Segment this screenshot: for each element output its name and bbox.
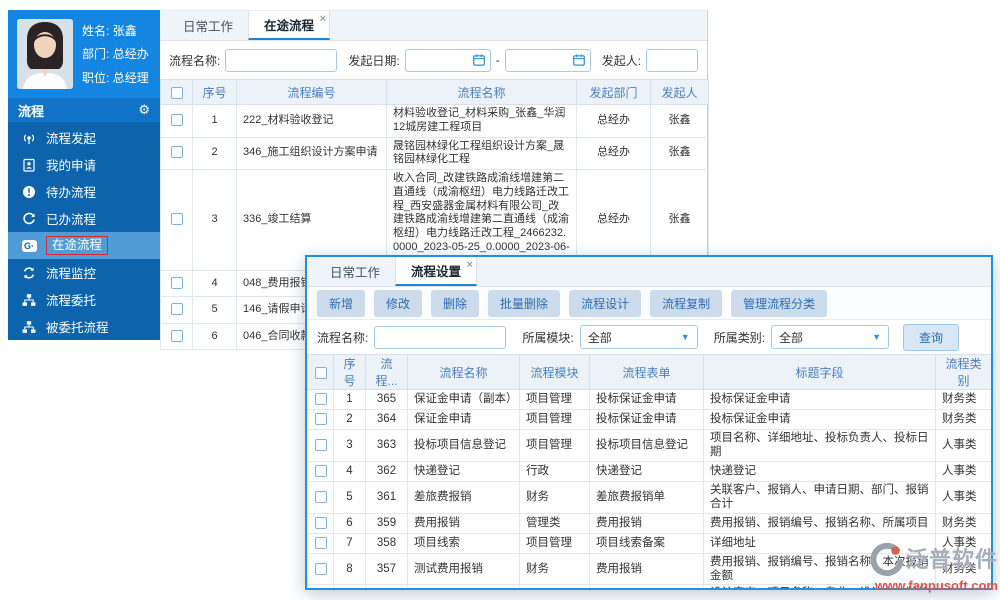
watermark: 泛普软件 www.fanpusoft.com (870, 543, 998, 592)
row-checkbox[interactable] (314, 516, 327, 529)
row-checkbox[interactable] (170, 113, 183, 126)
tab-in-transit[interactable]: 在途流程 × (248, 11, 331, 40)
delete-button[interactable]: 删除 (431, 289, 480, 317)
user-title: 职位: 总经理 (82, 70, 149, 85)
row-checkbox[interactable] (170, 329, 183, 342)
tab-flow-settings[interactable]: 流程设置 × (395, 257, 478, 286)
user-profile: 姓名: 张鑫 部门: 总经办 职位: 总经理 (8, 10, 160, 98)
add-button[interactable]: 新增 (317, 289, 366, 317)
sidebar-item-monitor[interactable]: 流程监控 (8, 259, 160, 286)
chevron-down-icon: ▼ (872, 332, 882, 342)
sidebar-item-in-transit[interactable]: G· 在途流程 (8, 232, 160, 259)
edit-button[interactable]: 修改 (374, 289, 423, 317)
sync-icon (21, 265, 37, 281)
redo-icon (21, 211, 37, 227)
settings-filter-bar: 流程名称: 所属模块: 全部 ▼ 所属类别: 全部 ▼ 查询 (307, 320, 991, 354)
close-icon[interactable]: × (467, 260, 473, 271)
watermark-url: www.fanpusoft.com (874, 578, 998, 593)
row-checkbox[interactable] (170, 276, 183, 289)
module-select[interactable]: 全部 ▼ (579, 325, 698, 349)
sidebar: 姓名: 张鑫 部门: 总经办 职位: 总经理 流程 ⚙ 流程发起 我的申请 待办… (8, 10, 160, 340)
sitemap-icon (21, 292, 37, 308)
avatar (17, 19, 73, 89)
settings-toolbar: 新增 修改 删除 批量删除 流程设计 流程复制 管理流程分类 (307, 287, 991, 320)
sidebar-item-done[interactable]: 已办流程 (8, 205, 160, 232)
selected-item-highlight: 在途流程 (46, 236, 109, 255)
date-to-input[interactable] (504, 48, 591, 72)
sidebar-item-delegate[interactable]: 流程委托 (8, 286, 160, 313)
sidebar-item-pending[interactable]: 待办流程 (8, 178, 160, 205)
initiator-input[interactable] (646, 48, 698, 72)
flow-design-button[interactable]: 流程设计 (569, 289, 642, 317)
flow-name-input[interactable] (225, 48, 338, 72)
date-from-input[interactable] (404, 48, 491, 72)
sidebar-item-my-applications[interactable]: 我的申请 (8, 151, 160, 178)
row-checkbox[interactable] (314, 439, 327, 452)
category-select[interactable]: 全部 ▼ (771, 325, 890, 349)
initiator-label: 发起人: (601, 53, 642, 68)
start-date-label: 发起日期: (348, 53, 400, 68)
table-row[interactable]: 5 361 差旅费报销 财务 差旅费报销单 关联客户、报销人、申请日期、部门、报… (307, 480, 991, 514)
flow-name-label: 流程名称: (169, 53, 221, 68)
fanpu-logo-icon (870, 543, 904, 576)
tab-daily-work[interactable]: 日常工作 (315, 257, 395, 286)
sidebar-item-delegated-to-me[interactable]: 被委托流程 (8, 313, 160, 340)
close-icon[interactable]: × (320, 14, 326, 25)
table-row[interactable]: 2 364 保证金申请 项目管理 投标保证金申请 投标保证金申请 财务类 (307, 409, 991, 430)
date-separator: - (495, 53, 500, 67)
settings-tabbar: 日常工作 流程设置 × (307, 257, 991, 287)
main-tabbar: 日常工作 在途流程 × (160, 11, 707, 41)
sidebar-item-process-start[interactable]: 流程发起 (8, 124, 160, 151)
calendar-icon (472, 54, 485, 66)
table-header-row: 序号 流程编号 流程名称 发起部门 发起人 (160, 79, 709, 105)
sidebar-header: 流程 ⚙ (8, 98, 160, 122)
main-filter-bar: 流程名称: 发起日期: - 发起人: (160, 41, 707, 79)
flow-copy-button[interactable]: 流程复制 (650, 289, 723, 317)
row-checkbox[interactable] (314, 490, 327, 503)
sitemap-icon (21, 319, 37, 335)
gear-icon[interactable]: ⚙ (138, 102, 150, 118)
row-checkbox[interactable] (170, 303, 183, 316)
select-all-checkbox[interactable] (170, 86, 183, 99)
calendar-icon (572, 54, 585, 66)
chevron-down-icon: ▼ (680, 332, 690, 342)
row-checkbox[interactable] (314, 562, 327, 575)
module-label: 所属模块: (522, 330, 574, 345)
flow-settings-window: 日常工作 流程设置 × 新增 修改 删除 批量删除 流程设计 流程复制 管理流程… (305, 255, 993, 590)
alert-icon (21, 184, 37, 200)
search-button[interactable]: 查询 (903, 323, 960, 351)
table-header-row: 序号 流程... 流程名称 流程模块 流程表单 标题字段 流程类别 (307, 354, 991, 390)
row-checkbox[interactable] (314, 413, 327, 426)
user-dept: 部门: 总经办 (82, 47, 149, 62)
batch-delete-button[interactable]: 批量删除 (488, 289, 561, 317)
flow-name-input[interactable] (374, 325, 507, 349)
broadcast-icon (21, 130, 37, 146)
flow-name-label: 流程名称: (317, 330, 369, 345)
manage-category-button[interactable]: 管理流程分类 (731, 289, 828, 317)
table-row[interactable]: 2 346_施工组织设计方案申请 晟铭园林绿化工程组织设计方案_晟铭园林绿化工程… (160, 136, 709, 170)
tab-daily-work[interactable]: 日常工作 (168, 11, 248, 40)
user-name: 姓名: 张鑫 (82, 24, 137, 39)
id-card-icon (21, 157, 37, 173)
select-all-checkbox[interactable] (314, 366, 327, 379)
table-row[interactable]: 4 362 快递登记 行政 快递登记 快递登记 人事类 (307, 460, 991, 482)
category-label: 所属类别: (713, 330, 766, 345)
row-checkbox[interactable] (314, 536, 327, 549)
row-checkbox[interactable] (314, 393, 327, 406)
sidebar-menu: 流程发起 我的申请 待办流程 已办流程 G· 在途流程 流程监控 流程委托 被委 (8, 122, 160, 340)
row-checkbox[interactable] (314, 465, 327, 478)
in-transit-icon: G· (21, 238, 37, 254)
watermark-brand: 泛普软件 (905, 547, 998, 572)
table-row[interactable]: 6 359 费用报销 管理类 费用报销 费用报销、报销编号、报销名称、所属项目 … (307, 512, 991, 534)
row-checkbox[interactable] (170, 146, 183, 159)
table-row[interactable]: 1 222_材料验收登记 材料验收登记_材料采购_张鑫_华润12城房建工程项目 … (160, 104, 709, 138)
table-row[interactable]: 1 365 保证金申请（副本） 项目管理 投标保证金申请 投标保证金申请 财务类 (307, 389, 991, 410)
table-row[interactable]: 3 363 投标项目信息登记 项目管理 投标项目信息登记 项目名称、详细地址、投… (307, 429, 991, 462)
row-checkbox[interactable] (170, 213, 183, 226)
